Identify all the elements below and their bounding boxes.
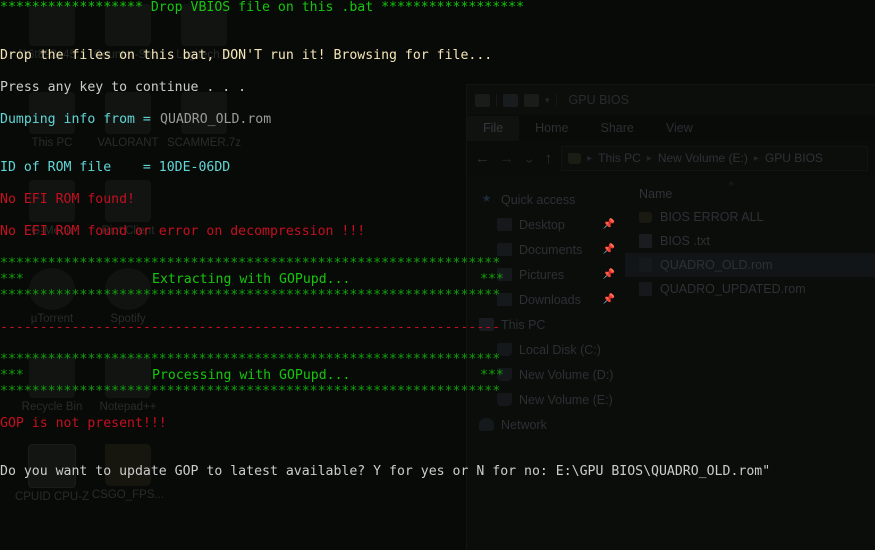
screen-root: f16t892p45... Counter-Str... Logitech G Thi… (0, 0, 875, 550)
console-line-dumping-lbl: Dumping info from = (0, 112, 159, 127)
console-line-no-efi-2: No EFI ROM found or error on decompressi… (0, 224, 366, 239)
console-line-gop-missing: GOP is not present!!! (0, 416, 167, 431)
console-line-stars-4: ****************************************… (0, 384, 501, 399)
console-line-dashes: ----------------------------------------… (0, 320, 501, 335)
console-line-extract-r: *** (480, 272, 504, 287)
console-line-no-efi-1: No EFI ROM found! (0, 192, 135, 207)
console-line-extract-l: *** (0, 272, 24, 287)
console-line-process-l: *** (0, 368, 24, 383)
console-line-gop-prompt: Do you want to update GOP to latest avai… (0, 464, 771, 479)
command-prompt-console[interactable]: ****************** Drop VBIOS file on th… (0, 0, 875, 550)
console-line-stars-1: ****************************************… (0, 256, 501, 271)
console-line-stars-3: ****************************************… (0, 352, 501, 367)
console-line-dumping-val: QUADRO_OLD.rom (160, 112, 272, 127)
console-line-hdr-top: ****************** Drop VBIOS file on th… (0, 0, 525, 15)
console-line-press-key: Press any key to continue . . . (0, 80, 247, 95)
console-line-process-r: *** (480, 368, 504, 383)
console-line-drop-files: Drop the files on this bat, DON'T run it… (0, 48, 493, 63)
console-line-stars-2: ****************************************… (0, 288, 501, 303)
console-line-rom-id: ID of ROM file = 10DE-06DD (0, 160, 231, 175)
console-line-extract-mid: Extracting with GOPupd... (152, 272, 351, 287)
console-line-process-mid: Processing with GOPupd... (152, 368, 351, 383)
